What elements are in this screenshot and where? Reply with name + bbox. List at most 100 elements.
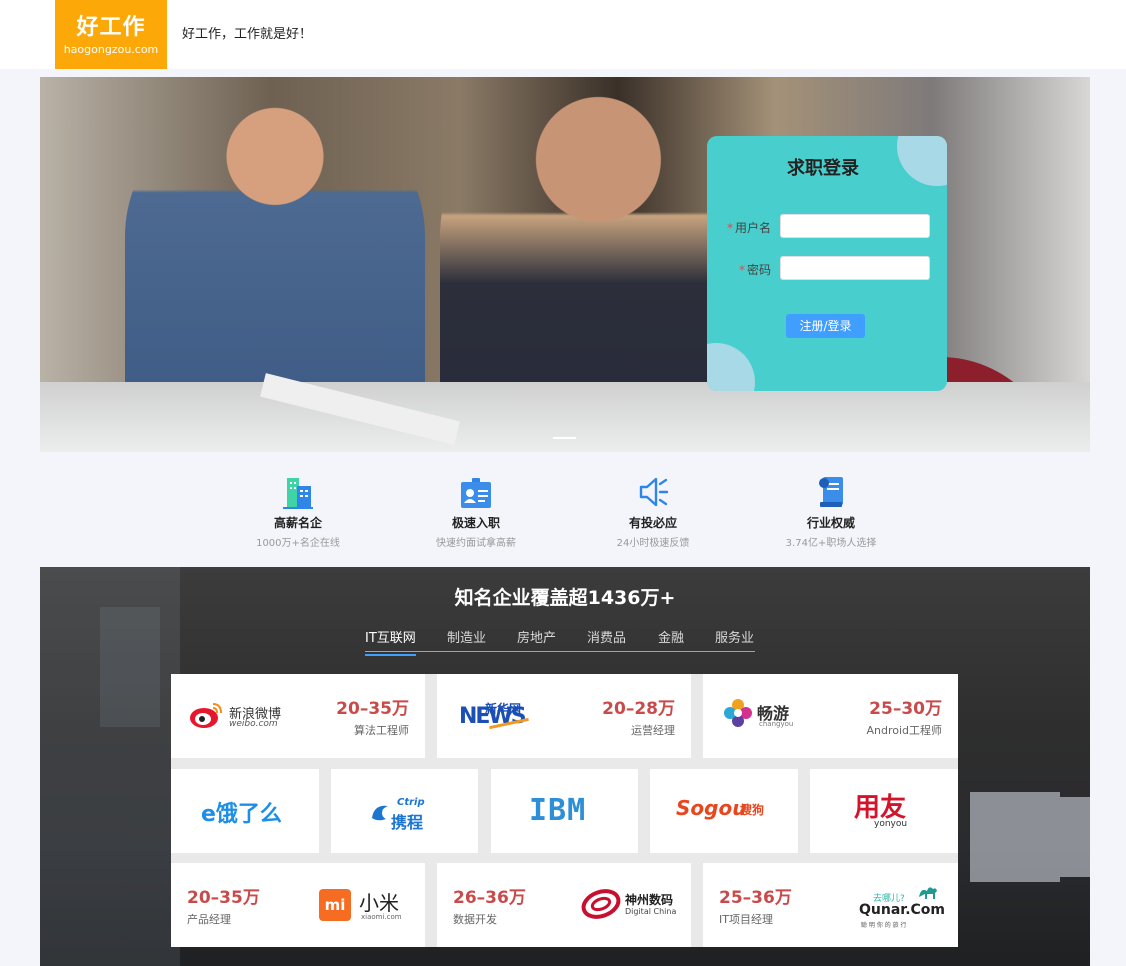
changyou-logo: 畅游 changyou: [723, 698, 803, 734]
job-title: 算法工程师: [354, 724, 409, 737]
banner-photo-desk: [40, 382, 1090, 452]
company-card-ibm[interactable]: IBM: [491, 769, 638, 853]
tab-manufacturing[interactable]: 制造业: [447, 627, 486, 646]
feature-strip: 高薪名企 1000万+名企在线 极速入职 快速约面试拿高薪 有投必应 24小时极…: [0, 470, 1126, 550]
qunar-logo-text: Qunar.Com: [859, 902, 945, 918]
weibo-logo: 新浪微博 weibo.com: [189, 700, 289, 734]
certificate-icon: [819, 477, 843, 507]
company-card-weibo[interactable]: 新浪微博 weibo.com 20–35万 算法工程师: [171, 674, 425, 758]
weibo-eye-icon: [190, 703, 222, 728]
password-row: * 密码: [707, 256, 947, 280]
register-login-button[interactable]: 注册/登录: [786, 314, 865, 338]
carousel-indicator[interactable]: [553, 437, 576, 439]
xiaomi-logo-sub: xiaomi.com: [361, 913, 402, 921]
feature-subtitle: 快速约面试拿高薪: [436, 538, 516, 549]
xiaomi-mi-badge: mi: [319, 889, 351, 921]
salary-range: 20–35万: [187, 888, 260, 908]
changyou-logo-sub: changyou: [759, 720, 794, 728]
ctrip-logo-sub: Ctrip: [397, 797, 425, 808]
digital-china-swirl-icon: [581, 889, 621, 919]
salary-range: 25–30万: [869, 699, 942, 719]
logo-en-text: haogongzou.com: [63, 43, 159, 56]
feature-title: 行业权威: [806, 516, 855, 530]
required-mark: *: [738, 263, 745, 277]
username-input[interactable]: [780, 214, 930, 238]
ctrip-logo-text: 携程: [391, 813, 424, 832]
digital-china-logo-text: 神州数码: [625, 893, 674, 907]
weibo-logo-sub: weibo.com: [229, 719, 278, 729]
company-card-xiaomi[interactable]: 20–35万 产品经理 mi 小米 xiaomi.com: [171, 863, 425, 947]
job-title: 产品经理: [187, 913, 231, 926]
feature-item: 有投必应 24小时极速反馈: [578, 470, 728, 549]
job-title: 数据开发: [453, 913, 497, 926]
eleme-logo-text: 饿了么: [215, 802, 282, 827]
eleme-logo: e饿了么: [201, 796, 282, 828]
background-photo: [100, 607, 160, 727]
sogou-logo-text: Sogou: [676, 796, 747, 820]
logo-cn-text: 好工作: [76, 15, 146, 40]
card-decoration: [707, 343, 755, 391]
site-logo[interactable]: 好工作 haogongzou.com: [55, 0, 167, 69]
username-label-text: 用户名: [734, 221, 771, 235]
feature-title: 极速入职: [451, 516, 500, 530]
changyou-flower-icon: [724, 699, 752, 727]
ctrip-dolphin-icon: [372, 805, 388, 821]
feature-subtitle: 24小时极速反馈: [616, 538, 690, 549]
company-card-qunar[interactable]: 25–36万 IT项目经理 去哪儿? Qunar.Com 聪 明 你 的 旅 行: [703, 863, 958, 947]
ibm-logo: IBM: [529, 793, 587, 828]
xinhua-logo: NEWS 新华网: [459, 698, 539, 738]
username-label: * 用户名: [727, 219, 771, 236]
qunar-logo: 去哪儿? Qunar.Com 聪 明 你 的 旅 行: [859, 881, 949, 931]
feature-item: 高薪名企 1000万+名企在线: [223, 470, 373, 549]
job-title: IT项目经理: [719, 913, 773, 926]
feature-title: 有投必应: [628, 516, 677, 530]
salary-range: 20–35万: [336, 699, 409, 719]
password-label: * 密码: [739, 261, 771, 278]
password-input[interactable]: [780, 256, 930, 280]
company-card-changyou[interactable]: 畅游 changyou 25–30万 Android工程师: [703, 674, 958, 758]
yonyou-logo-sub: yonyou: [874, 819, 908, 829]
qunar-logo-tagline: 聪 明 你 的 旅 行: [861, 922, 907, 929]
salary-range: 26–36万: [453, 888, 526, 908]
sogou-logo-sub: 搜狗: [740, 803, 765, 817]
background-photo: [970, 792, 1060, 882]
tab-services[interactable]: 服务业: [715, 627, 754, 646]
background-photo: [1060, 797, 1090, 877]
eleme-logo-prefix: e: [201, 802, 216, 827]
username-row: * 用户名: [707, 214, 947, 238]
salary-range: 25–36万: [719, 888, 792, 908]
megaphone-icon: [639, 477, 669, 507]
feature-subtitle: 3.74亿+职场人选择: [785, 538, 877, 549]
tab-finance[interactable]: 金融: [658, 627, 684, 646]
company-card-sogou[interactable]: Sogou 搜狗: [650, 769, 798, 853]
site-header: 好工作 haogongzou.com 好工作，工作就是好！: [0, 0, 1126, 69]
password-label-text: 密码: [746, 263, 771, 277]
login-card: 求职登录 * 用户名 * 密码 注册/登录: [707, 136, 947, 391]
company-card-xinhua[interactable]: NEWS 新华网 20–28万 运营经理: [437, 674, 691, 758]
xinhua-logo-text: 新华网: [485, 702, 522, 716]
xiaomi-logo: mi 小米 xiaomi.com: [319, 887, 409, 923]
tab-consumer-goods[interactable]: 消费品: [587, 627, 626, 646]
building-icon: [283, 478, 313, 509]
company-card-eleme[interactable]: e饿了么: [171, 769, 319, 853]
tab-real-estate[interactable]: 房地产: [517, 627, 556, 646]
digital-china-logo: 神州数码 Digital China: [581, 887, 691, 923]
digital-china-logo-sub: Digital China: [625, 907, 677, 916]
company-grid: 新浪微博 weibo.com 20–35万 算法工程师 NEWS 新华网 20–…: [171, 674, 958, 947]
feature-title: 高薪名企: [273, 516, 322, 530]
tab-it[interactable]: IT互联网: [365, 627, 416, 656]
camel-icon: [919, 887, 937, 899]
company-card-digital-china[interactable]: 26–36万 数据开发 神州数码 Digital China: [437, 863, 691, 947]
feature-subtitle: 1000万+名企在线: [256, 538, 340, 549]
login-title: 求职登录: [787, 158, 859, 179]
industry-tabs: IT互联网 制造业 房地产 消费品 金融 服务业: [365, 625, 755, 656]
company-card-ctrip[interactable]: Ctrip 携程: [331, 769, 478, 853]
job-title: Android工程师: [866, 724, 942, 737]
section-title: 知名企业覆盖超1436万+: [454, 587, 676, 609]
feature-item: 行业权威 3.74亿+职场人选择: [756, 470, 906, 549]
job-title: 运营经理: [631, 724, 675, 737]
company-section: 知名企业覆盖超1436万+ IT互联网 制造业 房地产 消费品 金融 服务业 新…: [40, 567, 1090, 966]
feature-item: 极速入职 快速约面试拿高薪: [401, 470, 551, 549]
company-card-yonyou[interactable]: 用友 yonyou: [810, 769, 958, 853]
salary-range: 20–28万: [602, 699, 675, 719]
